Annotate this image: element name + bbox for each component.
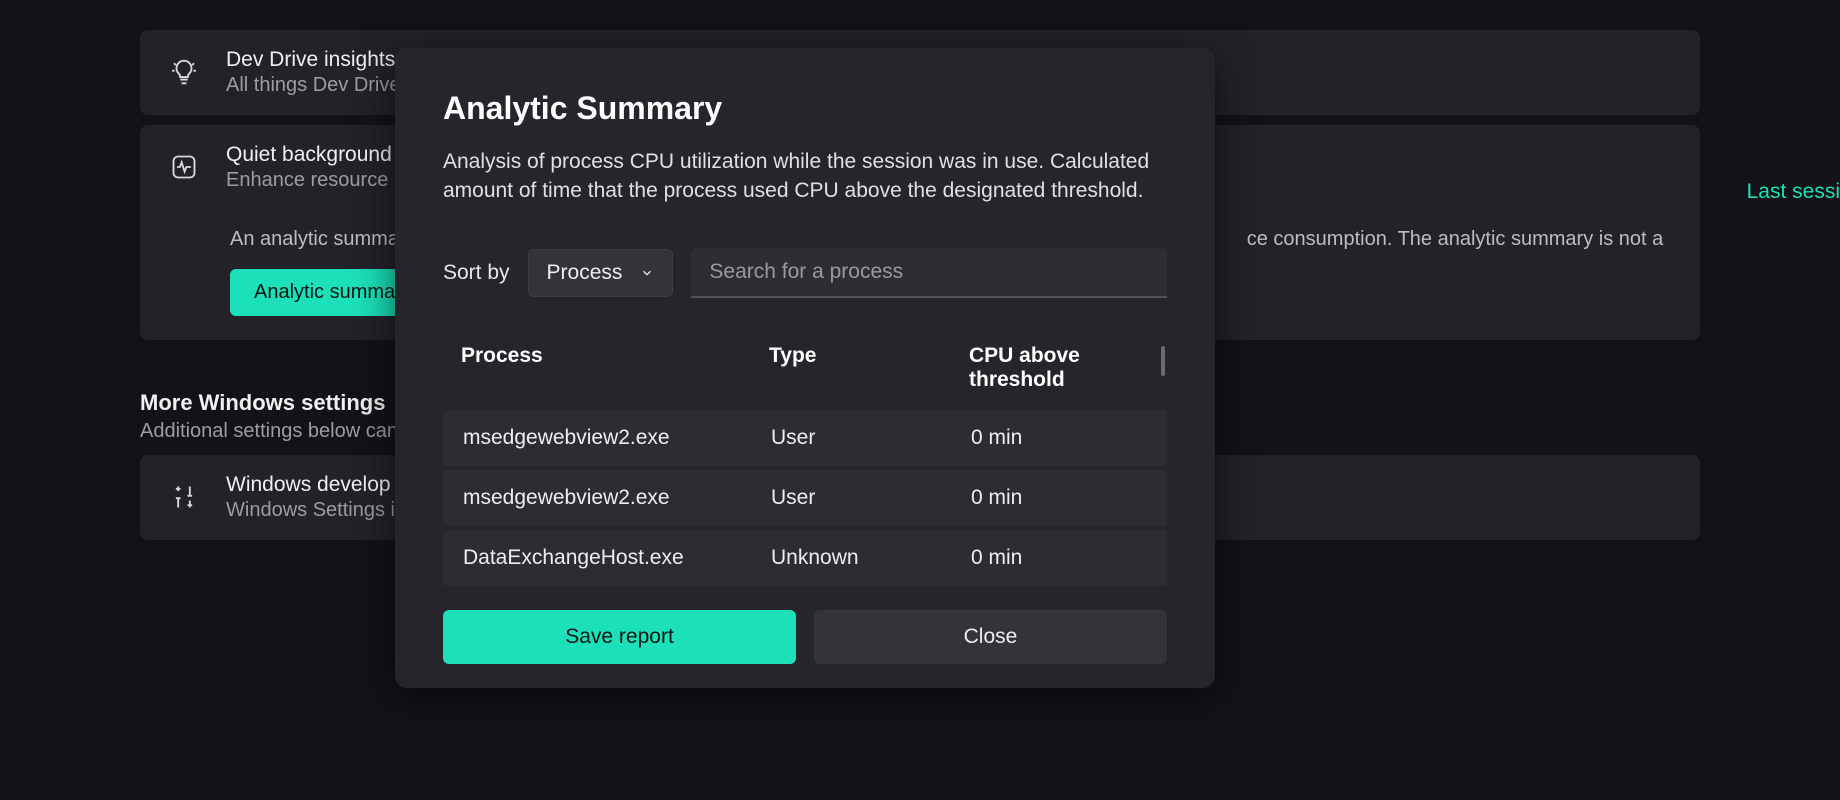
chevron-down-icon	[640, 266, 654, 280]
cell-process: DataExchangeHost.exe	[463, 546, 771, 570]
last-session-link[interactable]: Last sessi	[1747, 180, 1840, 204]
cell-type: User	[771, 486, 971, 510]
cell-process: msedgewebview2.exe	[463, 426, 771, 450]
cell-type: User	[771, 426, 971, 450]
save-report-button[interactable]: Save report	[443, 610, 796, 664]
cell-cpu: 0 min	[971, 486, 1147, 510]
search-input[interactable]	[691, 248, 1167, 298]
tools-icon	[166, 479, 202, 515]
dev-drive-subtitle: All things Dev Drive,	[226, 74, 406, 97]
quiet-bg-subtitle: Enhance resource ma	[226, 169, 422, 192]
table-row[interactable]: msedgewebview2.exe User 0 min	[443, 410, 1167, 466]
scrollbar-thumb[interactable]	[1161, 346, 1165, 376]
dialog-title: Analytic Summary	[443, 90, 1167, 127]
dialog-description: Analysis of process CPU utilization whil…	[443, 147, 1167, 206]
analytic-summary-dialog: Analytic Summary Analysis of process CPU…	[395, 48, 1215, 688]
table-header: Process Type CPU above threshold	[443, 344, 1167, 410]
sort-by-dropdown[interactable]: Process	[528, 249, 674, 297]
table-row[interactable]: msedgewebview2.exe User 0 min	[443, 470, 1167, 526]
table-body: msedgewebview2.exe User 0 min msedgewebv…	[443, 410, 1167, 586]
sort-by-label: Sort by	[443, 261, 510, 285]
windows-dev-subtitle: Windows Settings inf	[226, 499, 412, 522]
cell-process: msedgewebview2.exe	[463, 486, 771, 510]
analytic-summary-button[interactable]: Analytic summa	[230, 269, 419, 316]
cell-cpu: 0 min	[971, 426, 1147, 450]
col-header-process[interactable]: Process	[461, 344, 769, 392]
quiet-bg-title: Quiet background	[226, 143, 422, 167]
col-header-cpu[interactable]: CPU above threshold	[969, 344, 1149, 392]
pulse-icon	[166, 149, 202, 185]
cell-cpu: 0 min	[971, 546, 1147, 570]
lightbulb-icon	[166, 54, 202, 90]
cell-type: Unknown	[771, 546, 971, 570]
sort-by-value: Process	[547, 261, 623, 285]
dev-drive-title: Dev Drive insights	[226, 48, 406, 72]
col-header-type[interactable]: Type	[769, 344, 969, 392]
windows-dev-title: Windows develop	[226, 473, 412, 497]
table-row[interactable]: DataExchangeHost.exe Unknown 0 min	[443, 530, 1167, 586]
close-button[interactable]: Close	[814, 610, 1167, 664]
